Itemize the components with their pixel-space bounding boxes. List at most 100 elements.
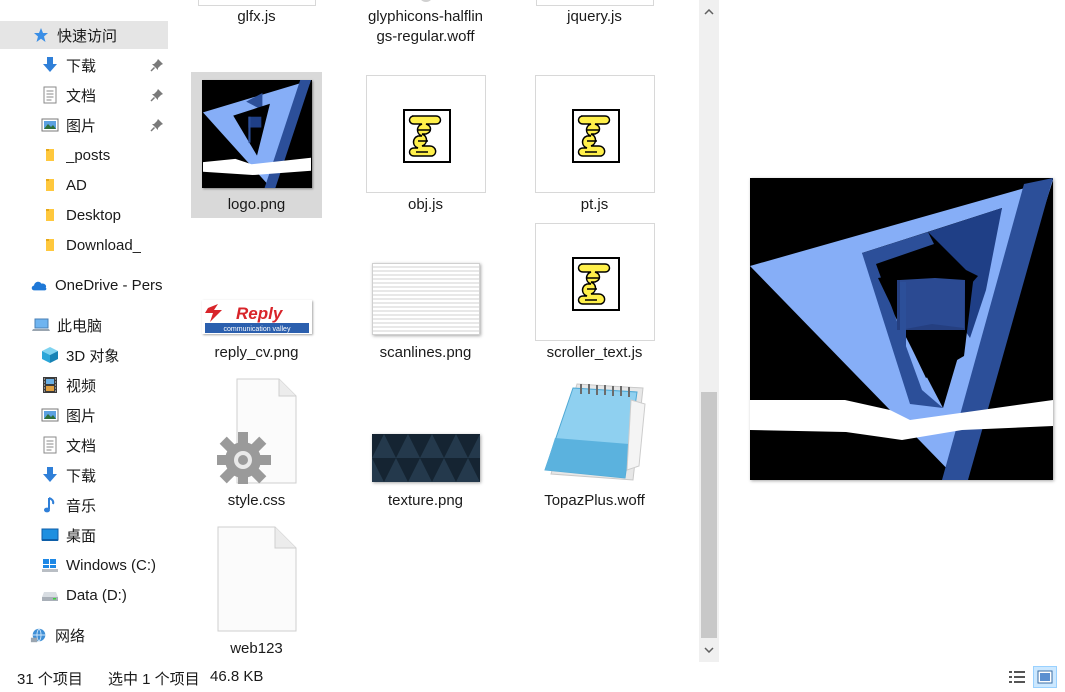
nav-music[interactable]: 音乐: [0, 491, 168, 519]
nav-label: 文档: [66, 87, 97, 105]
nav-drive-c[interactable]: Windows (C:): [0, 551, 168, 579]
nav-label: _posts: [66, 146, 111, 164]
nav-label: 此电脑: [57, 317, 103, 335]
file-item-reply-cv[interactable]: Reply communication valley reply_cv.png: [191, 220, 322, 366]
nav-label: 图片: [66, 117, 97, 135]
nav-label: 图片: [66, 407, 97, 425]
cloud-icon: [30, 276, 48, 294]
nav-label: Windows (C:): [66, 556, 157, 574]
nav-videos[interactable]: 视频: [0, 371, 168, 399]
scanlines-thumbnail: [371, 263, 480, 335]
vertical-scrollbar[interactable]: [699, 0, 719, 662]
js-script-icon: [365, 75, 486, 193]
network-icon: [30, 626, 48, 644]
hard-drive-icon: [41, 586, 59, 604]
nav-label: 3D 对象: [66, 347, 120, 365]
picture-icon: [41, 406, 59, 424]
folder-icon: [41, 206, 59, 224]
pin-icon[interactable]: [150, 88, 164, 102]
nav-label: 网络: [55, 627, 86, 645]
file-item-texture[interactable]: texture.png: [360, 368, 491, 514]
file-item-topazplus[interactable]: TopazPlus.woff: [529, 368, 660, 514]
nav-folder-ad[interactable]: AD: [0, 171, 168, 199]
nav-folder-posts[interactable]: _posts: [0, 141, 168, 169]
nav-documents-pinned[interactable]: 文档: [0, 81, 168, 109]
file-name: scroller_text.js: [546, 344, 643, 361]
nav-this-pc[interactable]: 此电脑: [0, 311, 168, 339]
nav-documents[interactable]: 文档: [0, 431, 168, 459]
nav-downloads[interactable]: 下载: [0, 461, 168, 489]
document-icon: [41, 86, 59, 104]
file-name: TopazPlus.woff: [544, 492, 645, 509]
nav-label: Data (D:): [66, 586, 127, 604]
desktop-icon: [41, 526, 59, 544]
navigation-pane: 快速访问 下载 文档 图片 _posts AD Desktop Download…: [0, 0, 170, 662]
file-item-scroller-text[interactable]: scroller_text.js: [529, 220, 660, 366]
scroll-up-arrow-icon[interactable]: [699, 2, 719, 22]
star-icon: [32, 26, 50, 44]
file-item-logo[interactable]: logo.png: [191, 72, 322, 218]
file-item-pt[interactable]: pt.js: [529, 72, 660, 218]
notepad-icon: [537, 378, 653, 484]
nav-downloads-pinned[interactable]: 下载: [0, 51, 168, 79]
picture-icon: [41, 116, 59, 134]
file-name: pt.js: [580, 196, 609, 213]
pin-icon[interactable]: [150, 58, 164, 72]
nav-label: 下载: [66, 467, 97, 485]
folder-icon: [41, 146, 59, 164]
large-icons-view-button[interactable]: [1033, 666, 1057, 688]
document-icon: [41, 436, 59, 454]
file-item-scanlines[interactable]: scanlines.png: [360, 220, 491, 366]
nav-pictures-pinned[interactable]: 图片: [0, 111, 168, 139]
nav-pictures[interactable]: 图片: [0, 401, 168, 429]
pin-icon[interactable]: [150, 118, 164, 132]
nav-label: 下载: [66, 57, 97, 75]
nav-desktop[interactable]: 桌面: [0, 521, 168, 549]
texture-thumbnail: [371, 434, 480, 482]
js-script-icon: [534, 223, 655, 341]
file-grid: glfx.js glyphicons-halflings-regular.wof…: [170, 0, 698, 662]
details-view-button[interactable]: [1005, 666, 1029, 688]
file-name: jquery.js: [567, 8, 622, 25]
scroll-down-arrow-icon[interactable]: [699, 640, 719, 660]
nav-quick-access[interactable]: 快速访问: [0, 21, 168, 49]
file-item-glfx[interactable]: glfx.js: [191, 0, 322, 36]
selection-count: 选中 1 个项目: [108, 671, 200, 688]
scrollbar-thumb[interactable]: [701, 392, 717, 638]
file-name: web123: [230, 640, 283, 657]
folder-icon: [41, 176, 59, 194]
reply-brand-text: Reply: [236, 304, 284, 323]
js-script-icon: [535, 0, 654, 6]
file-name: glfx.js: [237, 8, 276, 25]
film-icon: [41, 376, 59, 394]
nav-label: 快速访问: [57, 27, 118, 45]
status-bar: 31 个项目 选中 1 个项目 46.8 KB: [0, 662, 1065, 692]
file-item-jquery[interactable]: jquery.js: [529, 0, 660, 36]
download-arrow-icon: [41, 466, 59, 484]
file-item-style-css[interactable]: style.css: [191, 368, 322, 514]
nav-label: OneDrive - Pers: [55, 276, 163, 294]
computer-icon: [32, 316, 50, 334]
nav-network[interactable]: 网络: [0, 621, 168, 649]
nav-folder-download[interactable]: Download_: [0, 231, 168, 259]
cube-icon: [41, 346, 59, 364]
file-item-web123[interactable]: web123: [191, 516, 322, 662]
nav-label: 桌面: [66, 527, 97, 545]
nav-folder-desktop[interactable]: Desktop: [0, 201, 168, 229]
nav-label: AD: [66, 176, 87, 194]
font-file-icon: [418, 0, 433, 2]
item-count: 31 个项目: [17, 671, 83, 688]
file-name: scanlines.png: [379, 344, 472, 361]
nav-onedrive[interactable]: OneDrive - Pers: [0, 271, 168, 299]
music-note-icon: [41, 496, 59, 514]
file-name: obj.js: [407, 196, 444, 213]
file-item-glyphicons[interactable]: glyphicons-halflings-regular.woff: [360, 0, 491, 70]
nav-drive-d[interactable]: Data (D:): [0, 581, 168, 609]
file-name: reply_cv.png: [214, 344, 299, 361]
file-item-obj[interactable]: obj.js: [360, 72, 491, 218]
nav-3d-objects[interactable]: 3D 对象: [0, 341, 168, 369]
folder-icon: [41, 236, 59, 254]
nav-label: 文档: [66, 437, 97, 455]
file-name: glyphicons-halflings-regular.woff: [367, 8, 484, 45]
nav-label: 音乐: [66, 497, 97, 515]
